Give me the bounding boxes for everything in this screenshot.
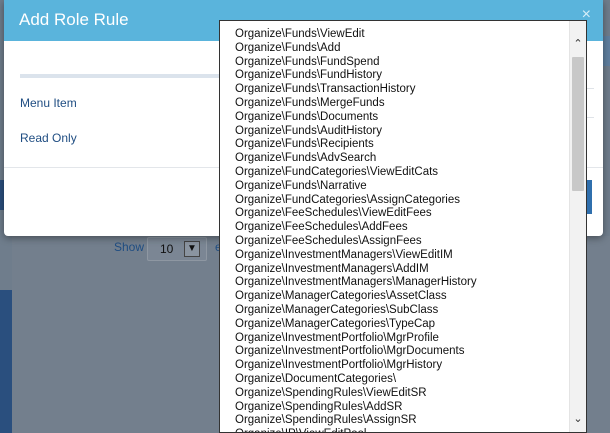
chevron-down-icon[interactable]: ⌄ [570,410,586,428]
dropdown-option[interactable]: Organize\ManagerCategories\SubClass [235,304,586,318]
dropdown-option[interactable]: Organize\Funds\AdvSearch [235,152,586,166]
dropdown-option[interactable]: Organize\ManagerCategories\TypeCap [235,318,586,332]
dropdown-option[interactable]: Organize\DocumentCategories\ [235,373,586,387]
option-list: Organize\Funds\ViewEdit Organize\Funds\Ad… [220,21,586,432]
dropdown-option[interactable]: Organize\Funds\Add [235,42,586,56]
dropdown-option[interactable]: Organize\InvestmentPortfolio\MgrProfile [235,332,586,346]
dropdown-option[interactable]: Organize\Funds\FundHistory [235,69,586,83]
dropdown-option[interactable]: Organize\InvestmentPortfolio\MgrHistory [235,359,586,373]
chevron-up-icon[interactable]: ⌃ [570,35,586,53]
modal-title: Add Role Rule [19,10,129,29]
dropdown-option[interactable]: Organize\FeeSchedules\ViewEditFees [235,207,586,221]
dropdown-option[interactable]: Organize\InvestmentManagers\AddIM [235,263,586,277]
menu-item-label: Menu Item [20,96,77,110]
dropdown-option[interactable]: Organize\InvestmentManagers\ViewEditIM [235,249,586,263]
dropdown-option[interactable]: Organize\FundCategories\AssignCategories [235,194,586,208]
dropdown-option[interactable]: Organize\Funds\Recipients [235,138,586,152]
dropdown-option[interactable]: Organize\Funds\ViewEdit [235,28,586,42]
form-separator [20,74,230,78]
dropdown-option[interactable]: Organize\SpendingRules\AssignSR [235,414,586,428]
scrollbar-thumb[interactable] [572,57,584,191]
dropdown-option[interactable]: Organize\InvestmentManagers\ManagerHisto… [235,276,586,290]
dropdown-option[interactable]: Organize\SpendingRules\ViewEditSR [235,387,586,401]
dropdown-option[interactable]: Organize\SpendingRules\AddSR [235,401,586,415]
show-label: Show [114,240,145,254]
chevron-down-icon: ▼ [184,241,200,257]
dropdown-option[interactable]: Organize\FeeSchedules\AssignFees [235,235,586,249]
dropdown-scrollbar[interactable]: ⌃ ⌄ [569,21,586,432]
dropdown-option[interactable]: Organize\IP\ViewEditPool [235,428,586,432]
dropdown-option[interactable]: Organize\ManagerCategories\AssetClass [235,290,586,304]
dropdown-option[interactable]: Organize\Funds\FundSpend [235,56,586,70]
sidebar-edge [0,290,12,433]
read-only-label: Read Only [20,131,77,145]
page-size-select[interactable]: 10 ▼ [147,237,207,261]
dropdown-option[interactable]: Organize\Funds\MergeFunds [235,97,586,111]
dropdown-option[interactable]: Organize\Funds\Documents [235,111,586,125]
dropdown-option[interactable]: Organize\Funds\AuditHistory [235,125,586,139]
dropdown-option[interactable]: Organize\InvestmentPortfolio\MgrDocument… [235,345,586,359]
dropdown-option[interactable]: Organize\FundCategories\ViewEditCats [235,166,586,180]
dropdown-option[interactable]: Organize\Funds\Narrative [235,180,586,194]
dropdown-option[interactable]: Organize\Funds\TransactionHistory [235,83,586,97]
dropdown-option[interactable]: Organize\FeeSchedules\AddFees [235,221,586,235]
menu-item-dropdown-list[interactable]: Organize\Funds\ViewEdit Organize\Funds\Ad… [219,20,587,433]
page-size-value: 10 [160,242,174,256]
